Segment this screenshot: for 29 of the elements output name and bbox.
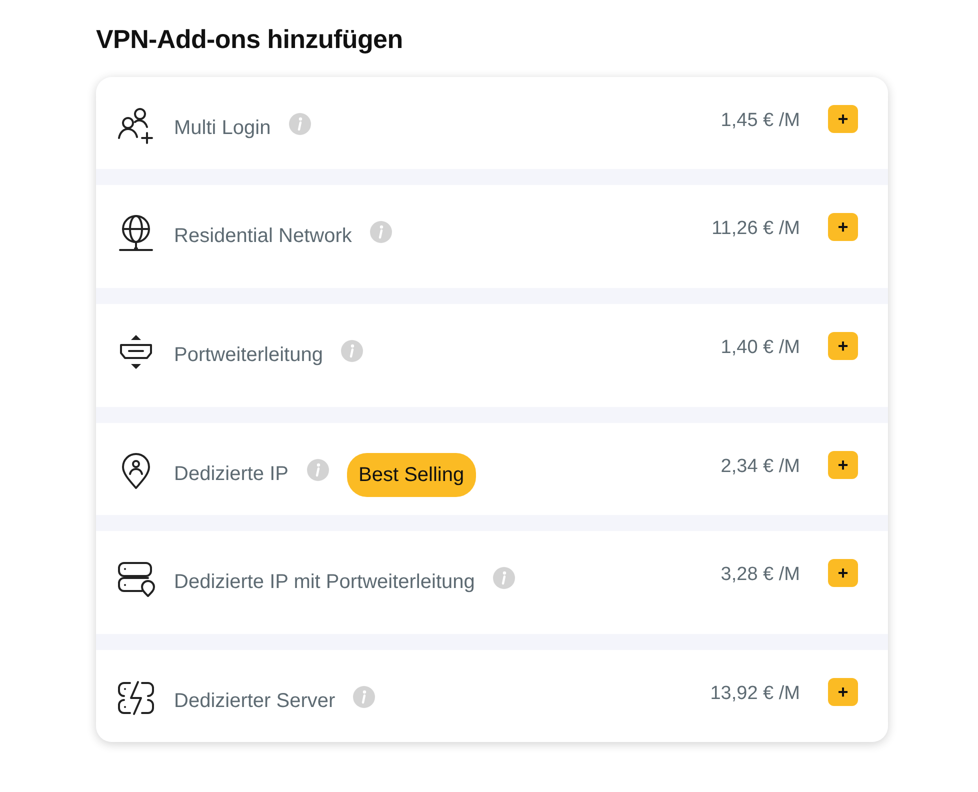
server-pin-icon [116,559,156,600]
info-icon[interactable] [353,686,376,708]
add-button[interactable]: + [828,332,858,360]
info-icon[interactable] [288,113,311,136]
addon-price: 3,28 € /M [720,563,800,588]
addon-name: Dedizierter Server [174,689,336,714]
users-plus-icon [116,105,156,146]
best-selling-badge: Best Selling [346,453,476,498]
addon-price: 13,92 € /M [710,682,800,706]
info-icon[interactable] [492,567,515,590]
addon-price: 1,45 € /M [720,109,800,134]
addon-name: Dedizierte IP mit Portweiterleitung [174,570,475,596]
add-button[interactable]: + [828,559,858,588]
addon-name: Multi Login [174,116,271,142]
addon-name: Residential Network [174,224,352,250]
addon-price: 1,40 € /M [720,336,800,360]
addon-name: Portweiterleitung [174,343,323,368]
addon-price: 11,26 € /M [712,217,800,242]
add-button[interactable]: + [828,678,858,706]
add-button[interactable]: + [828,213,858,242]
info-icon[interactable] [370,221,392,244]
info-icon[interactable] [340,340,363,362]
addon-price: 2,34 € /M [720,455,800,480]
globe-network-icon [116,213,156,254]
add-button[interactable]: + [828,105,858,134]
section-title: VPN-Add-ons hinzufügen [96,24,404,56]
add-button[interactable]: + [828,451,858,480]
info-icon[interactable] [306,459,328,482]
addon-name: Dedizierte IP [174,462,288,488]
